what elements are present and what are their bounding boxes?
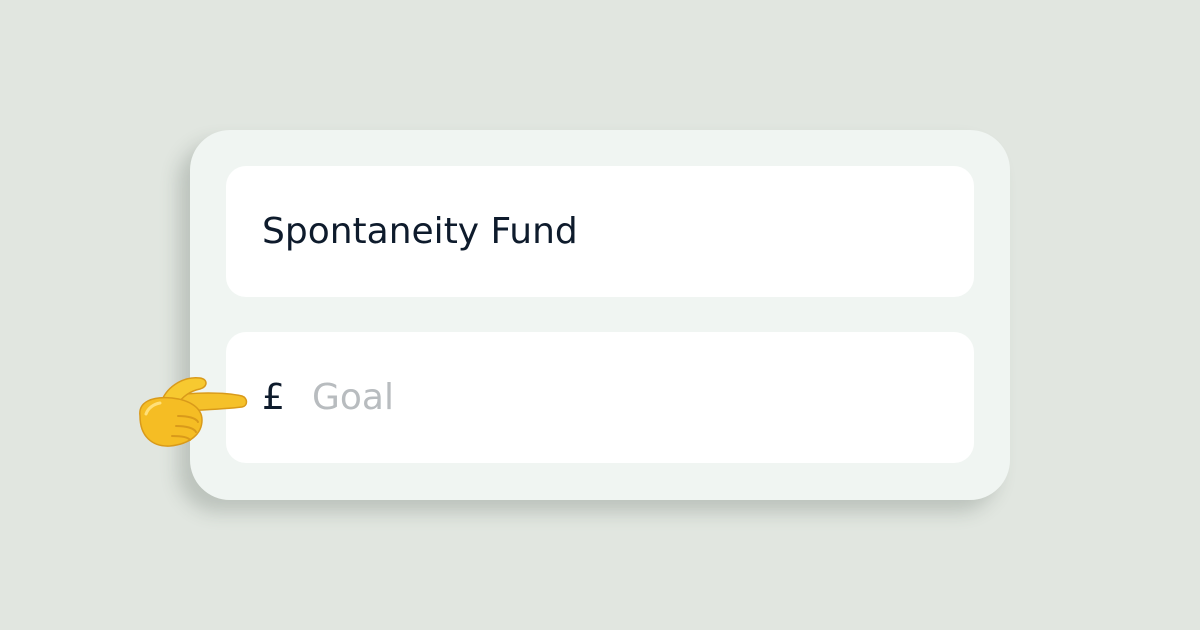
savings-pot-form-card: Spontaneity Fund £ bbox=[190, 130, 1010, 500]
goal-field[interactable]: £ bbox=[226, 332, 974, 463]
currency-symbol: £ bbox=[262, 377, 285, 418]
pot-name-field[interactable]: Spontaneity Fund bbox=[226, 166, 974, 297]
goal-input[interactable] bbox=[312, 362, 932, 432]
pointing-right-hand-icon bbox=[139, 377, 248, 447]
pot-name-value: Spontaneity Fund bbox=[262, 211, 578, 252]
